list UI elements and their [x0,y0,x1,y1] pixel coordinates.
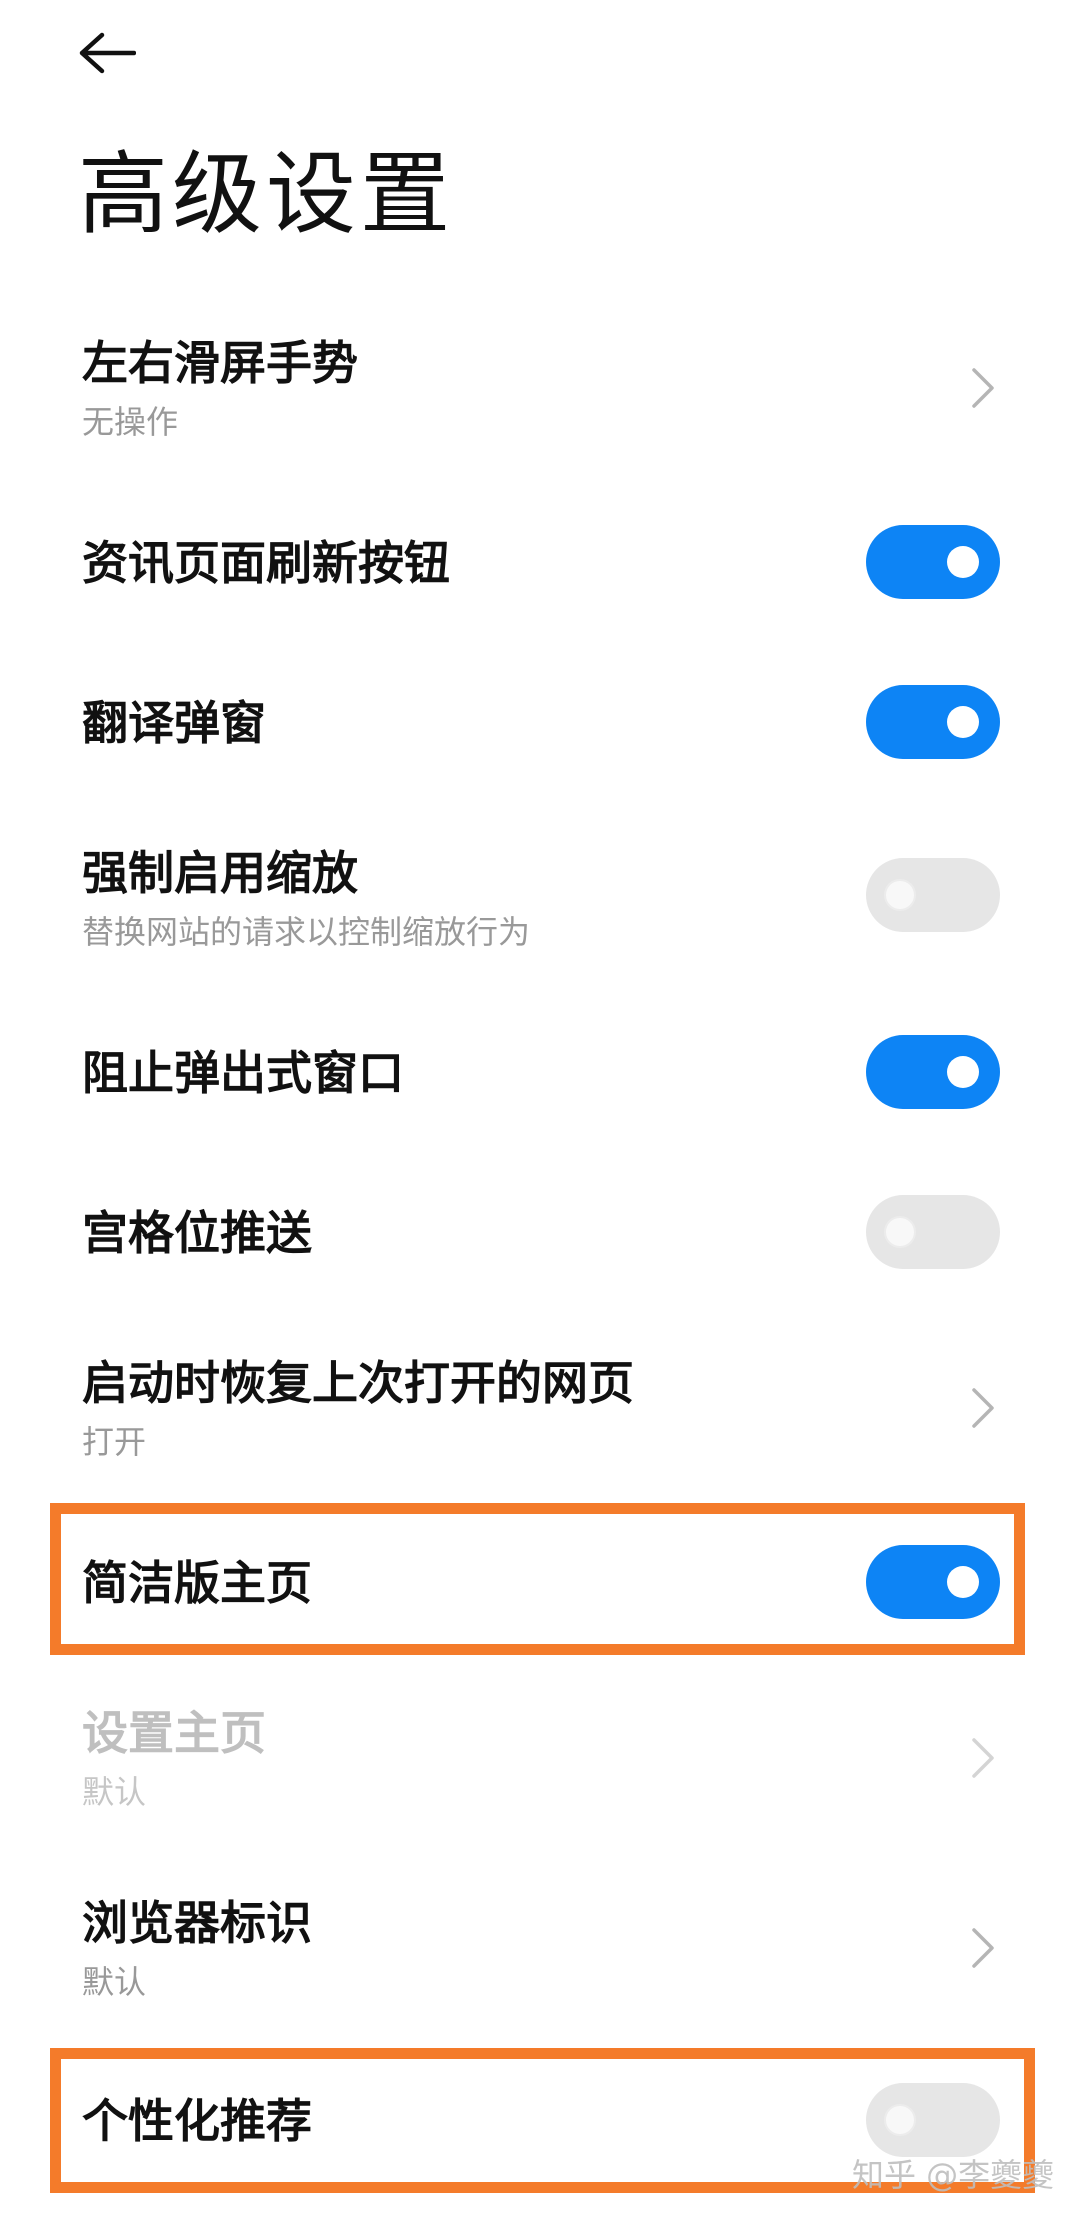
chevron-right-icon [968,1384,1000,1432]
toggle-switch[interactable] [866,685,1000,759]
setting-title: 简洁版主页 [82,1556,312,1610]
setting-subtitle: 打开 [82,1423,147,1461]
setting-swipe-gesture[interactable]: 左右滑屏手势 无操作 [0,300,1080,440]
toggle-knob [947,1056,979,1088]
chevron-right-icon [968,364,1000,412]
toggle-switch[interactable] [866,2083,1000,2157]
toggle-switch[interactable] [866,1545,1000,1619]
setting-simple-homepage: 简洁版主页 [0,1510,1080,1650]
page-title: 高级设置 [78,142,454,247]
toggle-knob [884,2104,916,2136]
setting-title: 资讯页面刷新按钮 [82,536,450,590]
setting-subtitle: 无操作 [82,403,179,441]
toggle-switch[interactable] [866,1195,1000,1269]
setting-set-homepage: 设置主页 默认 [0,1670,1080,1840]
setting-title: 左右滑屏手势 [82,336,358,390]
toggle-knob [947,546,979,578]
setting-title: 个性化推荐 [82,2094,312,2148]
setting-translate-popup: 翻译弹窗 [0,650,1080,790]
toggle-knob [947,1566,979,1598]
toggle-knob [884,1216,916,1248]
setting-title: 阻止弹出式窗口 [82,1046,404,1100]
setting-title: 翻译弹窗 [82,696,266,750]
setting-title: 强制启用缩放 [82,846,358,900]
toggle-switch[interactable] [866,1035,1000,1109]
chevron-right-icon [968,1734,1000,1782]
setting-subtitle: 默认 [82,1963,147,2001]
toggle-knob [884,879,916,911]
setting-force-zoom: 强制启用缩放 替换网站的请求以控制缩放行为 [0,810,1080,980]
toggle-switch[interactable] [866,525,1000,599]
setting-user-agent[interactable]: 浏览器标识 默认 [0,1860,1080,2030]
toggle-knob [947,706,979,738]
watermark: 知乎 @李夔夔 [852,2156,1055,2194]
setting-restore-last-pages[interactable]: 启动时恢复上次打开的网页 打开 [0,1320,1080,1490]
setting-title: 启动时恢复上次打开的网页 [82,1356,634,1410]
setting-news-refresh-button: 资讯页面刷新按钮 [0,490,1080,630]
setting-grid-push: 宫格位推送 [0,1160,1080,1300]
back-button[interactable] [72,20,162,90]
setting-subtitle: 替换网站的请求以控制缩放行为 [82,913,531,951]
arrow-left-icon [72,31,137,79]
toggle-switch[interactable] [866,858,1000,932]
chevron-right-icon [968,1924,1000,1972]
setting-subtitle: 默认 [82,1773,147,1811]
setting-block-popups: 阻止弹出式窗口 [0,1000,1080,1140]
setting-title: 设置主页 [82,1706,266,1760]
setting-title: 浏览器标识 [82,1896,312,1950]
setting-title: 宫格位推送 [82,1206,312,1260]
